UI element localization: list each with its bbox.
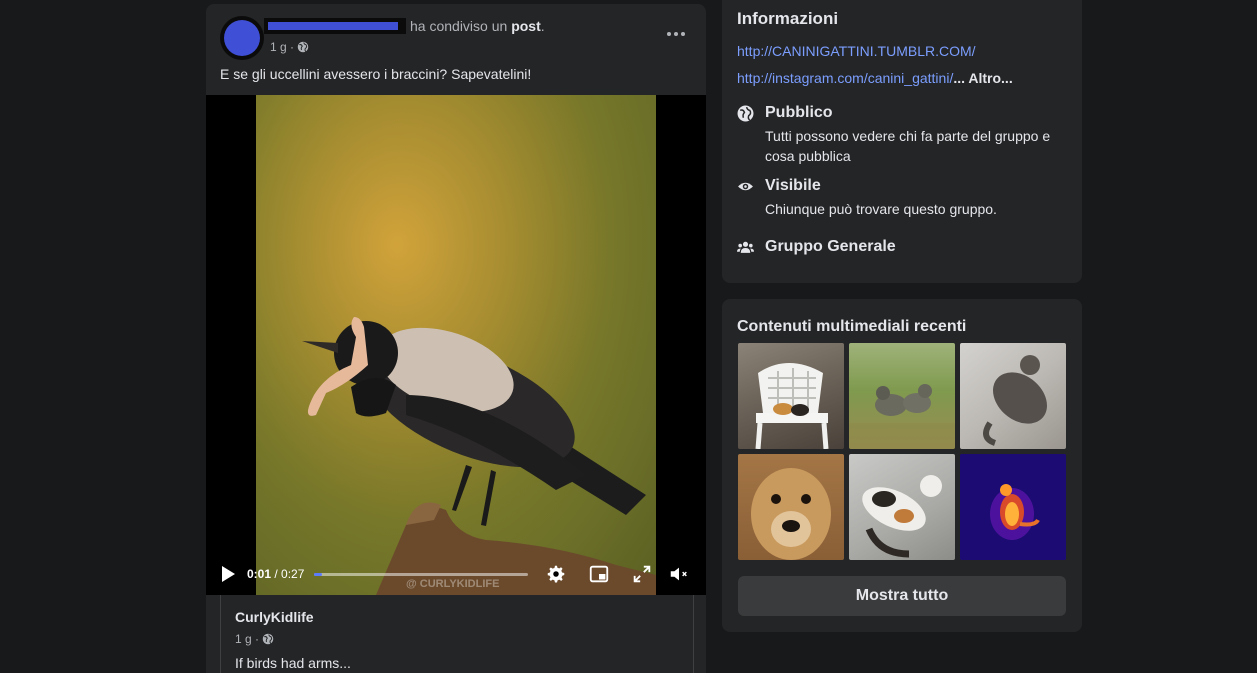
instagram-link-line: http://instagram.com/canini_gattini/... … [737, 70, 1013, 86]
shared-post-time[interactable]: 1 g · [235, 632, 259, 646]
avatar-image [224, 20, 260, 56]
post-card: ha condiviso un post. 1 g · E se gli ucc… [206, 4, 706, 673]
globe-icon [737, 105, 754, 122]
media-grid [738, 343, 1066, 560]
crow-with-arms-image [256, 95, 656, 595]
info-row-visible: Visibile Chiunque può trovare questo gru… [737, 177, 1072, 217]
group-type-title: Gruppo Generale [765, 238, 896, 255]
shared-post-author[interactable]: CurlyKidlife [235, 609, 314, 625]
video-frame[interactable]: @ CURLYKIDLIFE [256, 95, 656, 595]
shared-post-caption: If birds had arms... [235, 655, 351, 671]
cat-bed-photo [983, 355, 1047, 446]
shared-post-preview[interactable]: CurlyKidlife 1 g · If birds had arms... [220, 595, 694, 673]
dog-photo [751, 468, 831, 560]
post-meta: 1 g · [270, 40, 309, 54]
video-controls: 0:01 / 0:27 [206, 557, 706, 591]
visibility-description: Chiunque può trovare questo gruppo. [765, 201, 997, 217]
cat-chair-photo [755, 363, 829, 449]
media-thumb-thermal-cat[interactable] [960, 454, 1066, 560]
globe-icon [297, 41, 309, 53]
redacted-author-name[interactable] [264, 18, 406, 34]
shared-post-meta: 1 g · [235, 632, 274, 646]
avatar[interactable] [220, 16, 264, 60]
current-time: 0:01 [247, 567, 272, 581]
post-time[interactable]: 1 g · [270, 40, 294, 54]
show-all-button[interactable]: Mostra tutto [738, 576, 1066, 616]
more-options-button[interactable] [662, 24, 690, 44]
info-row-public: Pubblico Tutti possono vedere chi fa par… [737, 104, 1072, 164]
info-row-general: Gruppo Generale [737, 238, 1072, 262]
media-thumb-cats-on-chair[interactable] [738, 343, 844, 449]
shared-post-link[interactable]: post [511, 18, 541, 34]
video-time: 0:01 / 0:27 [247, 567, 304, 581]
picture-in-picture-icon[interactable] [588, 563, 610, 585]
privacy-title: Pubblico [765, 104, 833, 121]
thermal-cat-photo [960, 454, 1066, 560]
visibility-title: Visibile [765, 177, 821, 194]
see-more-link[interactable]: ... Altro... [953, 70, 1012, 86]
shared-text-suffix: . [540, 18, 545, 34]
post-text: E se gli uccellini avessero i braccini? … [220, 66, 532, 82]
cats-grass-photo [849, 384, 955, 449]
time-separator: / [271, 567, 282, 581]
volume-muted-icon[interactable] [668, 563, 690, 585]
media-title: Contenuti multimediali recenti [737, 318, 967, 335]
calico-cat-photo [862, 475, 942, 558]
settings-gear-icon[interactable] [545, 563, 567, 585]
dot-icon [681, 32, 685, 36]
shared-post-text: ha condiviso un post. [410, 18, 545, 34]
globe-icon [262, 633, 274, 645]
play-icon[interactable] [220, 565, 236, 583]
tumblr-link[interactable]: http://CANINIGATTINI.TUMBLR.COM/ [737, 43, 976, 59]
media-thumb-cat-on-bed[interactable] [960, 343, 1066, 449]
dot-icon [674, 32, 678, 36]
media-thumb-cats-in-grass[interactable] [849, 343, 955, 449]
media-thumb-calico-cat[interactable] [849, 454, 955, 560]
duration: 0:27 [281, 567, 305, 581]
media-thumb-dog[interactable] [738, 454, 844, 560]
shared-text-prefix: ha condiviso un [410, 18, 508, 34]
video-progress-fill [314, 573, 322, 576]
redaction-bar [268, 22, 398, 30]
info-title: Informazioni [737, 9, 839, 28]
recent-media-card: Contenuti multimediali recenti Mostra tu… [722, 299, 1082, 632]
privacy-description: Tutti possono vedere chi fa parte del gr… [765, 128, 1051, 164]
video-progress-bar[interactable] [314, 573, 528, 576]
group-info-card: Informazioni http://CANINIGATTINI.TUMBLR… [722, 0, 1082, 283]
video-player[interactable]: @ CURLYKIDLIFE 0:01 / 0:27 [206, 95, 706, 595]
fullscreen-icon[interactable] [631, 563, 653, 585]
dot-icon [667, 32, 671, 36]
instagram-link[interactable]: http://instagram.com/canini_gattini/ [737, 70, 953, 86]
eye-icon [738, 182, 753, 191]
people-icon [737, 241, 754, 253]
post-header: ha condiviso un post. 1 g · [220, 16, 692, 60]
